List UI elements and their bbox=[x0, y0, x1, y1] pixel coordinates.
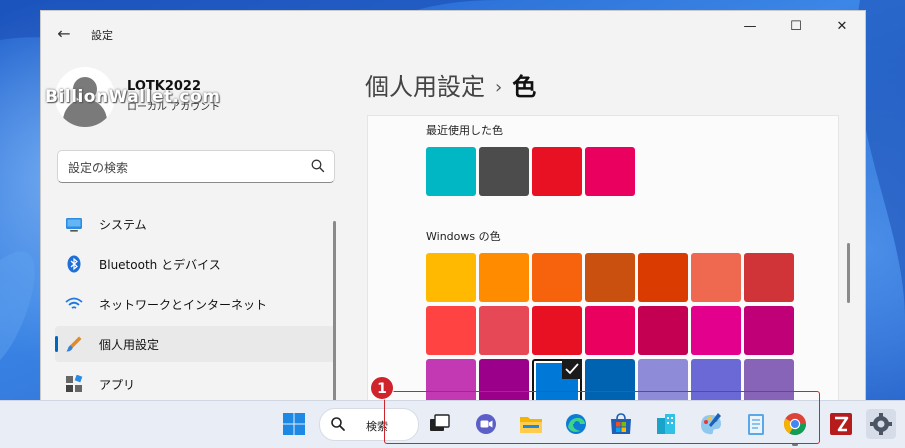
search-icon bbox=[331, 417, 345, 431]
minimize-icon: — bbox=[743, 19, 757, 34]
windows-color-swatch[interactable] bbox=[532, 306, 582, 355]
windows-color-swatch[interactable] bbox=[479, 253, 529, 302]
sidebar-scrollbar[interactable] bbox=[333, 221, 336, 401]
recent-color-swatch[interactable] bbox=[426, 147, 476, 196]
close-icon: ✕ bbox=[836, 19, 848, 34]
recent-colors-label: 最近使用した色 bbox=[426, 124, 503, 137]
watermark-text: BillionWallet.com bbox=[45, 87, 221, 107]
windows-color-swatch[interactable] bbox=[691, 306, 741, 355]
windows-color-swatch[interactable] bbox=[638, 306, 688, 355]
windows-color-swatch[interactable] bbox=[585, 306, 635, 355]
bluetooth-icon bbox=[67, 255, 81, 273]
windows-color-swatch[interactable] bbox=[744, 306, 794, 355]
windows-color-swatch[interactable] bbox=[691, 253, 741, 302]
windows-color-swatch[interactable] bbox=[744, 253, 794, 302]
breadcrumb: 個人用設定 › 色 bbox=[365, 67, 536, 102]
breadcrumb-parent[interactable]: 個人用設定 bbox=[365, 73, 485, 101]
sidebar-item-label: システム bbox=[99, 218, 147, 232]
search-placeholder: 設定の検索 bbox=[68, 161, 129, 175]
color-settings-panel: 最近使用した色 Windows の色 bbox=[367, 115, 839, 401]
annotation-highlight bbox=[384, 391, 820, 444]
sidebar-item-label: 個人用設定 bbox=[99, 338, 160, 352]
windows-color-swatch[interactable] bbox=[426, 253, 476, 302]
search-icon[interactable] bbox=[310, 158, 326, 174]
selection-indicator bbox=[55, 336, 58, 352]
windows-color-swatch[interactable] bbox=[532, 253, 582, 302]
recent-color-swatch[interactable] bbox=[479, 147, 529, 196]
windows-colors-label: Windows の色 bbox=[426, 230, 501, 243]
checkmark-icon bbox=[562, 359, 582, 379]
sidebar-item-apps[interactable]: アプリ bbox=[55, 366, 335, 401]
windows-color-swatch[interactable] bbox=[638, 253, 688, 302]
breadcrumb-separator: › bbox=[495, 77, 503, 98]
back-button[interactable]: ← bbox=[53, 23, 75, 45]
settings-search-box[interactable]: 設定の検索 bbox=[57, 150, 335, 183]
recent-color-swatch[interactable] bbox=[532, 147, 582, 196]
minimize-button[interactable]: — bbox=[727, 11, 773, 43]
content-scrollbar[interactable] bbox=[847, 243, 850, 303]
monitor-icon bbox=[66, 218, 82, 232]
maximize-button[interactable]: ☐ bbox=[773, 11, 819, 43]
recent-color-swatch[interactable] bbox=[585, 147, 635, 196]
start-icon[interactable] bbox=[279, 409, 309, 439]
windows-color-swatch[interactable] bbox=[426, 306, 476, 355]
sidebar-item-label: ネットワークとインターネット bbox=[99, 298, 268, 312]
sidebar-item-label: Bluetooth とデバイス bbox=[99, 258, 221, 272]
sidebar-item-network[interactable]: ネットワークとインターネット bbox=[55, 286, 335, 322]
windows-color-swatch[interactable] bbox=[585, 253, 635, 302]
app-title: 設定 bbox=[91, 29, 113, 42]
settings-icon[interactable] bbox=[866, 409, 896, 439]
sidebar-item-system[interactable]: システム bbox=[55, 206, 335, 242]
maximize-icon: ☐ bbox=[790, 19, 802, 34]
title-bar: ← 設定 — ☐ ✕ bbox=[41, 11, 865, 57]
sidebar-item-personalization[interactable]: 個人用設定 bbox=[55, 326, 335, 362]
annotation-badge: 1 bbox=[370, 376, 394, 400]
windows-color-swatch[interactable] bbox=[479, 306, 529, 355]
apps-icon bbox=[66, 375, 83, 392]
sidebar-item-bluetooth[interactable]: Bluetooth とデバイス bbox=[55, 246, 335, 282]
back-arrow-icon: ← bbox=[57, 24, 71, 43]
sidebar-item-label: アプリ bbox=[99, 378, 136, 392]
settings-window: ← 設定 — ☐ ✕ LOTK2022 ローカル アカウント BillionWa… bbox=[40, 10, 866, 402]
page-title: 色 bbox=[512, 73, 537, 101]
brush-icon bbox=[66, 336, 82, 352]
close-button[interactable]: ✕ bbox=[819, 11, 865, 43]
filezilla-icon[interactable] bbox=[826, 409, 856, 439]
wifi-icon bbox=[65, 297, 83, 309]
